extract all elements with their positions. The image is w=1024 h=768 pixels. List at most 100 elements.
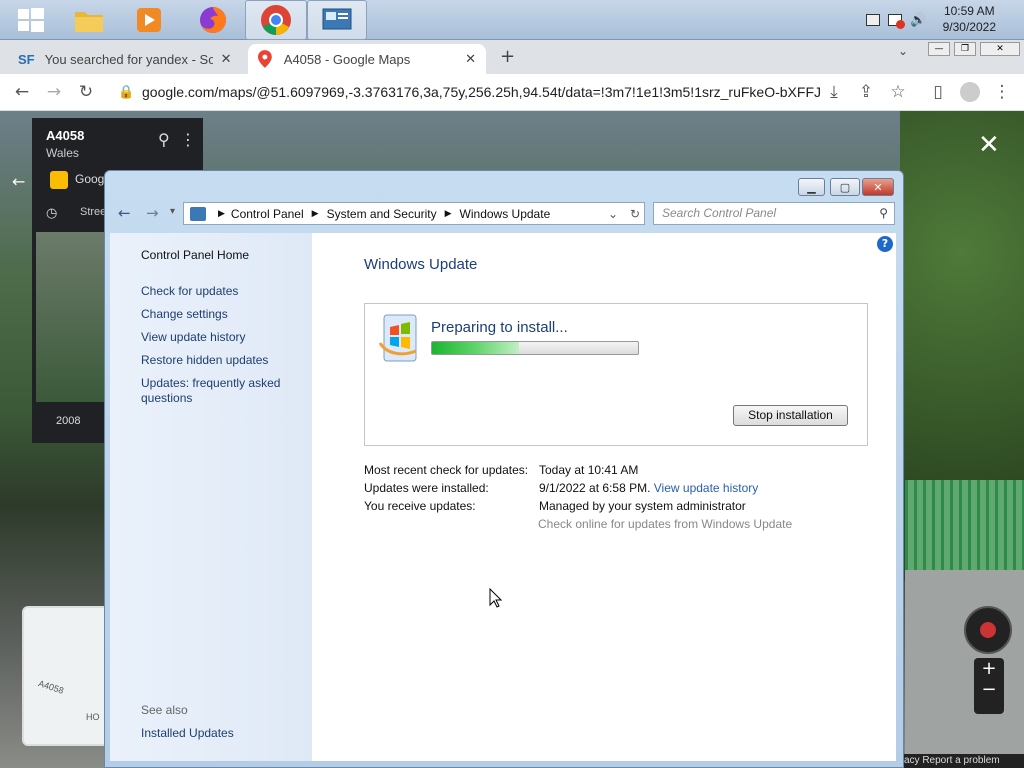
info-value-receive: Managed by your system administrator [539,499,746,513]
help-icon[interactable]: ? [877,236,893,252]
year-label[interactable]: 2008 [56,415,80,427]
minimize-button[interactable]: — [928,42,950,56]
info-label-receive: You receive updates: [364,499,476,513]
volume-icon[interactable]: 🔊 [910,13,926,28]
url-text: google.com/maps/@51.6097969,-3.3763176,3… [142,84,822,100]
share-icon[interactable]: ⇪ [854,80,878,104]
info-label-installed: Updates were installed: [364,481,489,495]
win-maximize-button[interactable]: ▢ [830,178,860,196]
breadcrumb-windows-update[interactable]: Windows Update [460,207,551,221]
browser-tab-google-maps[interactable]: A4058 - Google Maps ✕ [248,44,486,74]
updates-faq-link[interactable]: Updates: frequently asked questions [141,376,291,406]
win-back-icon[interactable]: ← [118,204,131,222]
history-clock-icon[interactable]: ◷ [46,206,57,221]
street-view-fence [905,480,1024,570]
close-street-view-icon[interactable]: ✕ [978,130,1000,160]
chrome-taskbar-icon[interactable] [245,0,307,40]
action-center-icon[interactable] [866,14,880,26]
address-dropdown-chevron-icon[interactable]: ⌄ [608,207,618,221]
refresh-icon[interactable]: ↻ [630,207,640,221]
install-progress-bar [431,341,639,355]
tab-search-chevron-icon[interactable]: ⌄ [898,44,908,58]
change-settings-link[interactable]: Change settings [141,307,228,321]
new-tab-button[interactable]: + [500,46,515,67]
breadcrumb-control-panel[interactable]: Control Panel [231,207,304,221]
tab-close-icon[interactable]: ✕ [221,51,232,67]
download-icon[interactable]: ⤓ [822,80,846,104]
windows-logo-icon [18,8,44,32]
maximize-button[interactable]: ❐ [954,42,976,56]
clock[interactable]: 10:59 AM 9/30/2022 [943,3,996,35]
browser-tab-soft-f[interactable]: SF You searched for yandex - Soft F ✕ [8,44,246,74]
clock-date: 9/30/2022 [942,20,996,34]
reload-icon[interactable]: ↻ [74,80,98,104]
minimap[interactable]: A4058 HO [22,606,112,746]
compass-icon[interactable] [964,606,1012,654]
street-label: Stree [80,206,107,218]
check-online-link[interactable]: Check online for updates from Windows Up… [538,517,792,531]
window-controls: — ❐ ✕ [928,42,1020,56]
media-player-taskbar-icon[interactable] [118,0,180,40]
lock-icon: 🔒 [118,84,135,99]
place-subtitle: Wales [46,146,79,160]
sf-favicon-icon: SF [18,51,35,67]
system-tray: 🔊 [866,10,936,30]
taskbar: 🔊 10:59 AM 9/30/2022 [0,0,1024,40]
control-panel-home-link[interactable]: Control Panel Home [141,248,249,262]
search-placeholder: Search Control Panel [662,206,777,220]
more-options-icon[interactable]: ⋮ [180,130,196,149]
win-forward-icon[interactable]: → [146,204,159,222]
back-to-map-arrow-icon[interactable]: ← [12,172,25,191]
place-title: A4058 [46,128,85,143]
minimap-road-label: A4058 [37,678,65,696]
location-pin-icon[interactable]: ⚲ [158,130,170,149]
street-view-road [905,570,1024,768]
win-minimize-button[interactable]: ▁ [798,178,825,196]
view-update-history-inline-link[interactable]: View update history [654,481,759,495]
control-panel-icon [190,206,206,221]
clock-time: 10:59 AM [943,4,995,18]
status-text: Preparing to install... [431,319,568,336]
minimap-text: HO [86,712,100,722]
search-control-panel-input[interactable]: Search Control Panel ⚲ [653,202,895,225]
address-bar[interactable]: 🔒 google.com/maps/@51.6097969,-3.3763176… [110,78,822,106]
check-for-updates-link[interactable]: Check for updates [141,284,238,298]
page-title: Windows Update [364,256,478,273]
close-window-button[interactable]: ✕ [980,42,1020,56]
maps-footer[interactable]: acy Report a problem [904,754,1024,768]
start-button[interactable] [0,0,62,40]
recent-pages-chevron-icon[interactable]: ▾ [170,206,175,217]
mouse-cursor-icon [489,588,503,608]
tab-close-icon[interactable]: ✕ [465,51,476,67]
bookmark-star-icon[interactable]: ☆ [886,80,910,104]
control-panel-taskbar-icon[interactable] [307,0,367,40]
restore-hidden-updates-link[interactable]: Restore hidden updates [141,353,268,367]
file-explorer-taskbar-icon[interactable] [58,0,120,40]
side-panel-icon[interactable]: ▯ [926,80,950,104]
search-icon[interactable]: ⚲ [879,203,888,224]
network-error-icon[interactable] [888,14,905,29]
breadcrumb-system-security[interactable]: System and Security [327,207,437,221]
installed-date: 9/1/2022 at 6:58 PM. [539,481,651,495]
installed-updates-link[interactable]: Installed Updates [141,726,234,740]
windows-update-shield-icon [378,314,417,362]
browser-menu-icon[interactable]: ⋮ [990,80,1014,104]
back-arrow-icon[interactable]: ← [10,80,34,104]
google-label: Googl [75,172,108,186]
stop-installation-button[interactable]: Stop installation [733,405,848,426]
info-value-installed: 9/1/2022 at 6:58 PM. View update history [539,481,758,495]
forward-arrow-icon[interactable]: → [42,80,66,104]
tab-title: A4058 - Google Maps [283,51,411,67]
zoom-out-button[interactable]: − [974,679,1004,700]
zoom-in-button[interactable]: + [974,658,1004,679]
firefox-taskbar-icon[interactable] [182,0,244,40]
info-label-recent-check: Most recent check for updates: [364,463,529,477]
see-also-heading: See also [141,703,188,717]
win-close-button[interactable]: ✕ [862,178,894,196]
control-panel-address-bar[interactable]: ▶ Control Panel ▶ System and Security ▶ … [183,202,645,225]
view-update-history-link[interactable]: View update history [141,330,246,344]
tab-title: You searched for yandex - Soft F [44,51,213,67]
profile-avatar-icon[interactable] [958,80,982,104]
street-view-thumbnail[interactable] [36,232,104,402]
google-maps-logo-icon [50,171,68,189]
